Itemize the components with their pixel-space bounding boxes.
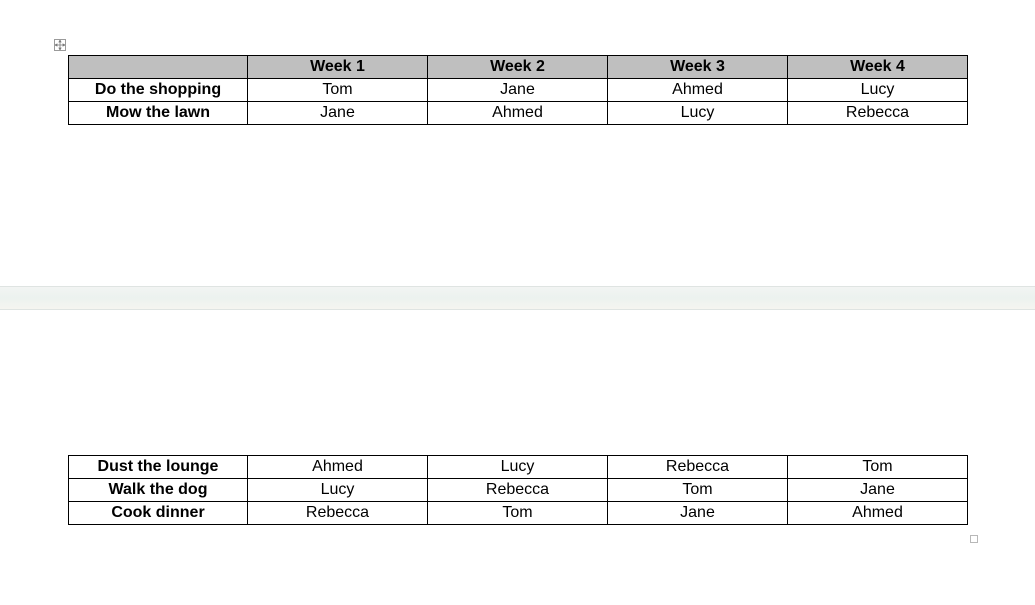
table-cell[interactable]: Lucy — [248, 479, 428, 502]
row-label[interactable]: Do the shopping — [69, 79, 248, 102]
table-row[interactable]: Dust the lounge Ahmed Lucy Rebecca Tom — [69, 456, 968, 479]
table-row[interactable]: Walk the dog Lucy Rebecca Tom Jane — [69, 479, 968, 502]
table-cell[interactable]: Ahmed — [788, 502, 968, 525]
table-cell[interactable]: Jane — [428, 79, 608, 102]
table-cell[interactable]: Jane — [788, 479, 968, 502]
row-label[interactable]: Mow the lawn — [69, 102, 248, 125]
table-row[interactable]: Cook dinner Rebecca Tom Jane Ahmed — [69, 502, 968, 525]
row-label[interactable]: Cook dinner — [69, 502, 248, 525]
table-cell[interactable]: Ahmed — [248, 456, 428, 479]
table-move-handle-icon[interactable] — [54, 39, 66, 51]
table-cell[interactable]: Rebecca — [248, 502, 428, 525]
table-cell[interactable]: Rebecca — [788, 102, 968, 125]
table-cell[interactable]: Jane — [248, 102, 428, 125]
chores-table-bottom[interactable]: Dust the lounge Ahmed Lucy Rebecca Tom W… — [68, 455, 968, 525]
table-cell[interactable]: Tom — [428, 502, 608, 525]
row-label[interactable]: Dust the lounge — [69, 456, 248, 479]
table-cell[interactable]: Ahmed — [428, 102, 608, 125]
header-cell-week2[interactable]: Week 2 — [428, 56, 608, 79]
table-cell[interactable]: Rebecca — [608, 456, 788, 479]
table-row[interactable]: Do the shopping Tom Jane Ahmed Lucy — [69, 79, 968, 102]
table-cell[interactable]: Lucy — [608, 102, 788, 125]
table-cell[interactable]: Lucy — [788, 79, 968, 102]
table-header-row[interactable]: Week 1 Week 2 Week 3 Week 4 — [69, 56, 968, 79]
table-cell[interactable]: Jane — [608, 502, 788, 525]
table-cell[interactable]: Tom — [248, 79, 428, 102]
table-cell[interactable]: Ahmed — [608, 79, 788, 102]
table-cell[interactable]: Lucy — [428, 456, 608, 479]
table-resize-handle-icon[interactable] — [970, 535, 978, 543]
header-cell-week3[interactable]: Week 3 — [608, 56, 788, 79]
page-break-divider — [0, 286, 1035, 310]
header-cell-week1[interactable]: Week 1 — [248, 56, 428, 79]
table-row[interactable]: Mow the lawn Jane Ahmed Lucy Rebecca — [69, 102, 968, 125]
chores-table-top[interactable]: Week 1 Week 2 Week 3 Week 4 Do the shopp… — [68, 55, 968, 125]
row-label[interactable]: Walk the dog — [69, 479, 248, 502]
table-cell[interactable]: Tom — [788, 456, 968, 479]
header-cell-blank[interactable] — [69, 56, 248, 79]
table-cell[interactable]: Rebecca — [428, 479, 608, 502]
header-cell-week4[interactable]: Week 4 — [788, 56, 968, 79]
table-cell[interactable]: Tom — [608, 479, 788, 502]
